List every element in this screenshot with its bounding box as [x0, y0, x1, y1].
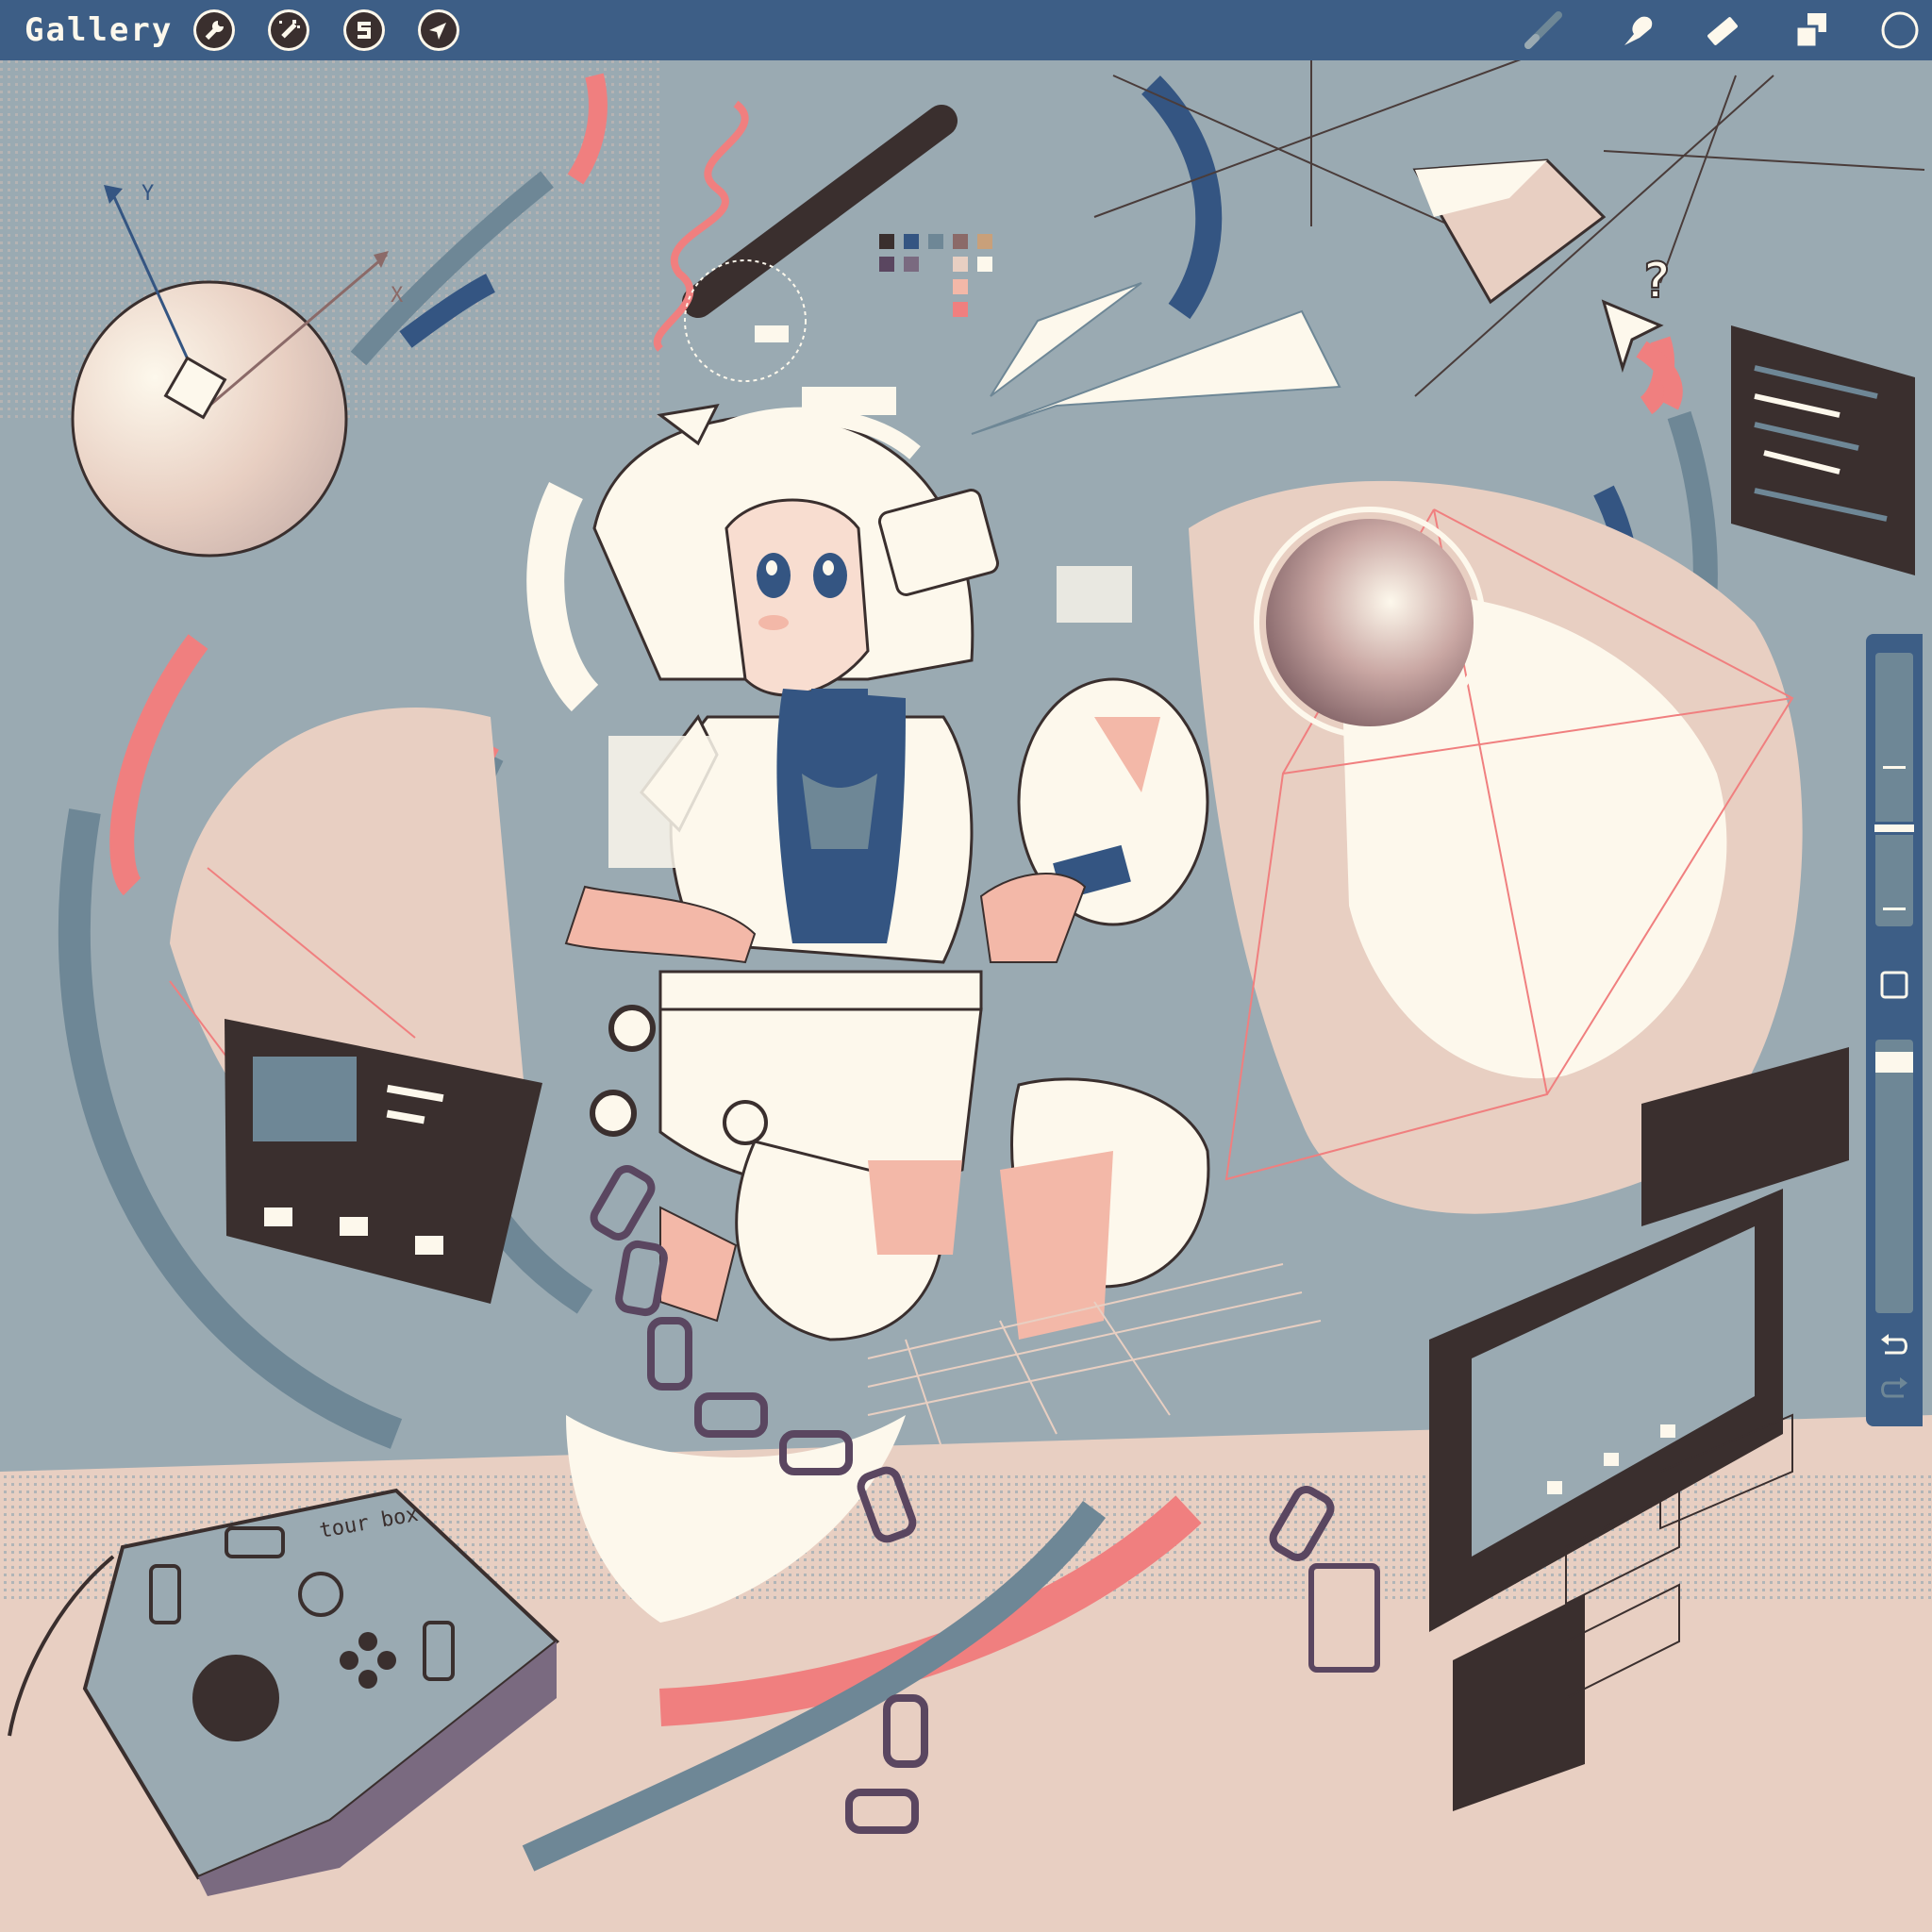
square-icon: [1880, 971, 1908, 999]
top-toolbar: Gallery: [0, 0, 1932, 60]
eraser-icon: [1707, 17, 1738, 45]
brush-size-slider[interactable]: [1872, 653, 1917, 926]
shaded-sphere: [1266, 519, 1474, 726]
smudge-tool-button[interactable]: [1615, 8, 1660, 53]
selection-s-icon: [358, 22, 371, 39]
layers-button[interactable]: [1789, 8, 1834, 53]
gallery-button[interactable]: Gallery: [25, 9, 173, 51]
undo-button[interactable]: [1877, 1332, 1911, 1362]
opacity-slider[interactable]: [1875, 1040, 1913, 1313]
layers-icon: [1794, 13, 1826, 49]
modify-button[interactable]: [1879, 970, 1909, 1000]
axis-x-label: X: [391, 284, 404, 308]
glitch-rect-1: [608, 736, 741, 868]
transform-button[interactable]: [418, 9, 459, 51]
brush-tool-button[interactable]: [1521, 8, 1566, 53]
redo-arrow-icon: [1881, 1377, 1907, 1398]
question-mark-art: ?: [1641, 253, 1671, 309]
glitch-rect-2: [802, 387, 896, 415]
color-circle-icon: [1881, 11, 1919, 49]
axis-y-label: Y: [142, 182, 154, 206]
smudge-finger-icon: [1624, 16, 1653, 45]
brush-size-tick-bottom: [1883, 908, 1906, 910]
color-picker-button[interactable]: [1877, 8, 1923, 53]
brush-icon: [1524, 11, 1562, 49]
magic-wand-icon: [279, 20, 300, 39]
brush-size-tick-top: [1883, 766, 1906, 769]
side-toolbar: [1866, 634, 1923, 1426]
eraser-tool-button[interactable]: [1700, 8, 1745, 53]
undo-arrow-icon: [1881, 1334, 1907, 1355]
adjustments-button[interactable]: [268, 9, 309, 51]
drawing-canvas[interactable]: ? Y X tour box: [0, 0, 1932, 1932]
selection-button[interactable]: [343, 9, 385, 51]
glitch-rect-3: [1057, 566, 1132, 623]
wrench-icon: [205, 21, 224, 41]
actions-button[interactable]: [193, 9, 235, 51]
redo-button[interactable]: [1877, 1375, 1911, 1406]
brush-size-thumb[interactable]: [1872, 822, 1917, 835]
arrow-cursor-icon: [429, 23, 446, 40]
opacity-thumb[interactable]: [1875, 1052, 1913, 1073]
glitch-rect-4: [755, 325, 789, 342]
